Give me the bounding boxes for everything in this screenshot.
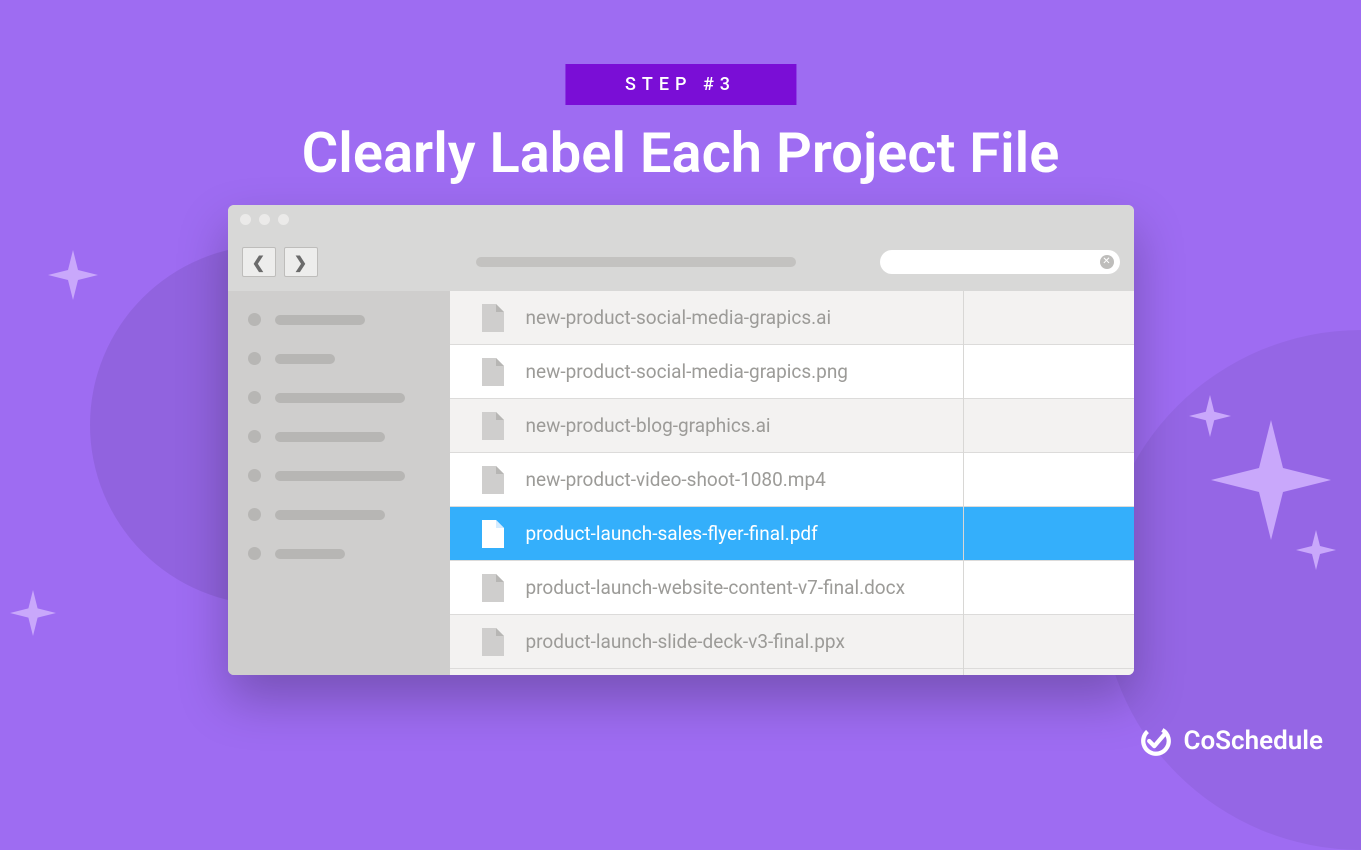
clear-search-icon[interactable]: ✕ (1100, 255, 1114, 269)
file-row[interactable]: new-product-social-media-grapics.png (450, 345, 1134, 399)
file-icon (482, 574, 504, 602)
file-name: product-launch-sales-flyer-final.pdf (526, 522, 818, 545)
file-list: new-product-social-media-grapics.ai new-… (450, 291, 1134, 675)
file-row[interactable]: new-product-social-media-grapics.ai (450, 291, 1134, 345)
traffic-light-close[interactable] (240, 214, 251, 225)
step-badge-label: STEP #3 (625, 74, 736, 95)
file-icon (482, 412, 504, 440)
nav-back-button[interactable]: ❮ (242, 247, 276, 277)
page-title: Clearly Label Each Project File (302, 120, 1060, 186)
file-row-selected[interactable]: product-launch-sales-flyer-final.pdf (450, 507, 1134, 561)
file-name: new-product-video-shoot-1080.mp4 (526, 468, 826, 491)
file-row[interactable]: new-product-video-shoot-1080.mp4 (450, 453, 1134, 507)
file-icon (482, 520, 504, 548)
file-row[interactable]: product-launch-website-content-v7-final.… (450, 561, 1134, 615)
sidebar-item[interactable] (248, 508, 430, 521)
file-name: product-launch-website-content-v7-final.… (526, 576, 906, 599)
sidebar-item[interactable] (248, 430, 430, 443)
file-name: new-product-blog-graphics.ai (526, 414, 771, 437)
file-icon (482, 358, 504, 386)
decorative-circle-right (1101, 330, 1361, 850)
sparkle-icon (1189, 395, 1231, 437)
sidebar-item[interactable] (248, 391, 430, 404)
brand-name: CoSchedule (1183, 726, 1323, 756)
sidebar-item[interactable] (248, 352, 430, 365)
file-name: new-product-social-media-grapics.png (526, 360, 848, 383)
sparkle-icon (1296, 530, 1336, 570)
column-divider (963, 291, 964, 675)
chevron-left-icon: ❮ (252, 253, 265, 272)
file-icon (482, 304, 504, 332)
traffic-light-zoom[interactable] (278, 214, 289, 225)
file-row[interactable]: product-launch-slide-deck-v3-final.ppx (450, 615, 1134, 669)
path-placeholder (476, 257, 796, 267)
sidebar-item[interactable] (248, 547, 430, 560)
sidebar (228, 291, 450, 675)
coschedule-icon (1139, 724, 1173, 758)
window-titlebar (228, 205, 1134, 233)
brand-logo: CoSchedule (1139, 724, 1323, 758)
sparkle-icon (1211, 420, 1331, 540)
file-name: new-product-social-media-grapics.ai (526, 306, 832, 329)
file-icon (482, 466, 504, 494)
sparkle-icon (48, 250, 98, 300)
chevron-right-icon: ❯ (294, 253, 307, 272)
file-name: product-launch-slide-deck-v3-final.ppx (526, 630, 845, 653)
file-icon (482, 628, 504, 656)
sidebar-item[interactable] (248, 313, 430, 326)
sidebar-item[interactable] (248, 469, 430, 482)
file-row[interactable]: new-product-blog-graphics.ai (450, 399, 1134, 453)
sparkle-icon (10, 590, 56, 636)
traffic-light-minimize[interactable] (259, 214, 270, 225)
window-toolbar: ❮ ❯ ✕ (228, 233, 1134, 291)
nav-forward-button[interactable]: ❯ (284, 247, 318, 277)
search-input[interactable]: ✕ (880, 250, 1120, 274)
file-browser-window: ❮ ❯ ✕ new-product-social-media-grapics.a… (228, 205, 1134, 675)
step-badge: STEP #3 (565, 64, 796, 105)
